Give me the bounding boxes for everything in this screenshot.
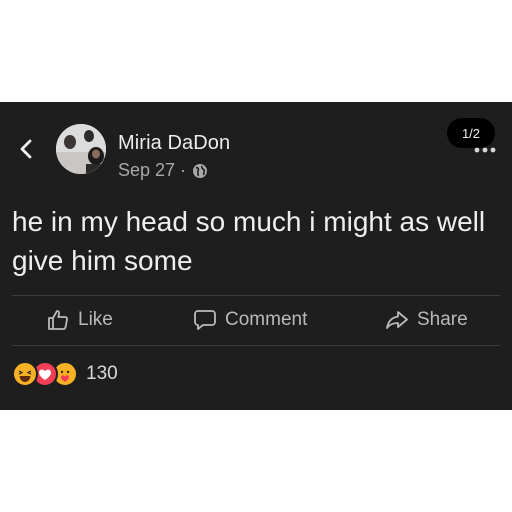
author-name[interactable]: Miria DaDon	[118, 132, 230, 155]
like-button[interactable]: Like	[46, 298, 113, 342]
globe-icon	[193, 163, 208, 178]
share-button[interactable]: Share	[385, 298, 468, 342]
post-text: he in my head so much i might as well gi…	[12, 206, 486, 276]
share-arrow-icon	[386, 311, 408, 329]
divider-top	[12, 295, 500, 296]
reaction-summary[interactable]: 130	[12, 360, 118, 388]
comment-bubble-icon	[194, 310, 216, 330]
image-pager-badge: 1/2	[447, 118, 495, 148]
post-card: Miria DaDon Sep 27 · 1/2 he in my head s…	[0, 102, 512, 410]
post-meta: Sep 27 ·	[118, 160, 208, 181]
thumbs-up-icon	[48, 310, 68, 330]
comment-label: Comment	[225, 309, 308, 330]
post-date[interactable]: Sep 27 ·	[118, 160, 186, 181]
more-options-icon[interactable]	[473, 145, 497, 155]
haha-icon	[12, 361, 38, 387]
divider-bottom	[12, 345, 500, 346]
action-bar: Like Comment Share	[0, 298, 512, 342]
avatar-photo	[56, 124, 106, 174]
back-chevron-icon[interactable]	[16, 138, 38, 160]
share-label: Share	[417, 309, 468, 330]
like-label: Like	[78, 309, 113, 330]
avatar[interactable]	[56, 124, 106, 174]
reaction-count: 130	[86, 363, 118, 384]
comment-button[interactable]: Comment	[193, 298, 307, 342]
